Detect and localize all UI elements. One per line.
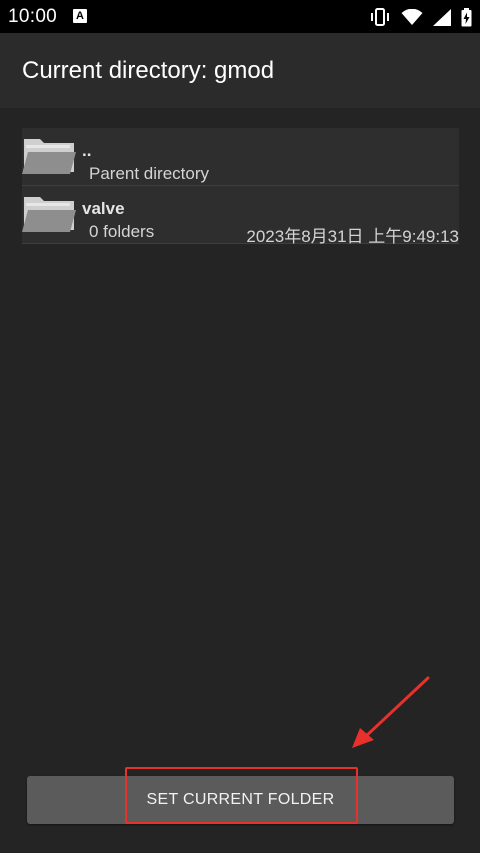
- file-date: 2023年8月31日 上午9:49:13: [246, 227, 459, 246]
- annotation-highlight-box: [125, 767, 358, 824]
- vibrate-icon: [371, 8, 389, 26]
- list-item-valve[interactable]: valve 0 folders 2023年8月31日 上午9:49:13: [22, 186, 459, 246]
- header-bar: Current directory: gmod: [0, 33, 480, 108]
- folder-icon: [22, 197, 76, 232]
- file-list: .. Parent directory valve 0 folders 2023…: [22, 128, 459, 246]
- folder-icon: [22, 139, 76, 174]
- signal-icon: [433, 8, 451, 26]
- file-name: ..: [82, 141, 92, 160]
- list-item-parent-directory[interactable]: .. Parent directory: [22, 128, 459, 186]
- file-name: valve: [82, 199, 125, 218]
- battery-charging-icon: [461, 7, 472, 26]
- notification-a-icon: A: [73, 9, 87, 23]
- page-title: Current directory: gmod: [22, 57, 275, 84]
- status-bar: 10:00 A: [0, 0, 480, 33]
- status-icons: [369, 7, 472, 27]
- file-subtitle: 0 folders: [89, 222, 155, 241]
- annotation-arrow-icon: [352, 676, 430, 748]
- wifi-icon: [401, 8, 423, 25]
- file-subtitle: Parent directory: [89, 164, 209, 183]
- status-time: 10:00: [8, 6, 58, 27]
